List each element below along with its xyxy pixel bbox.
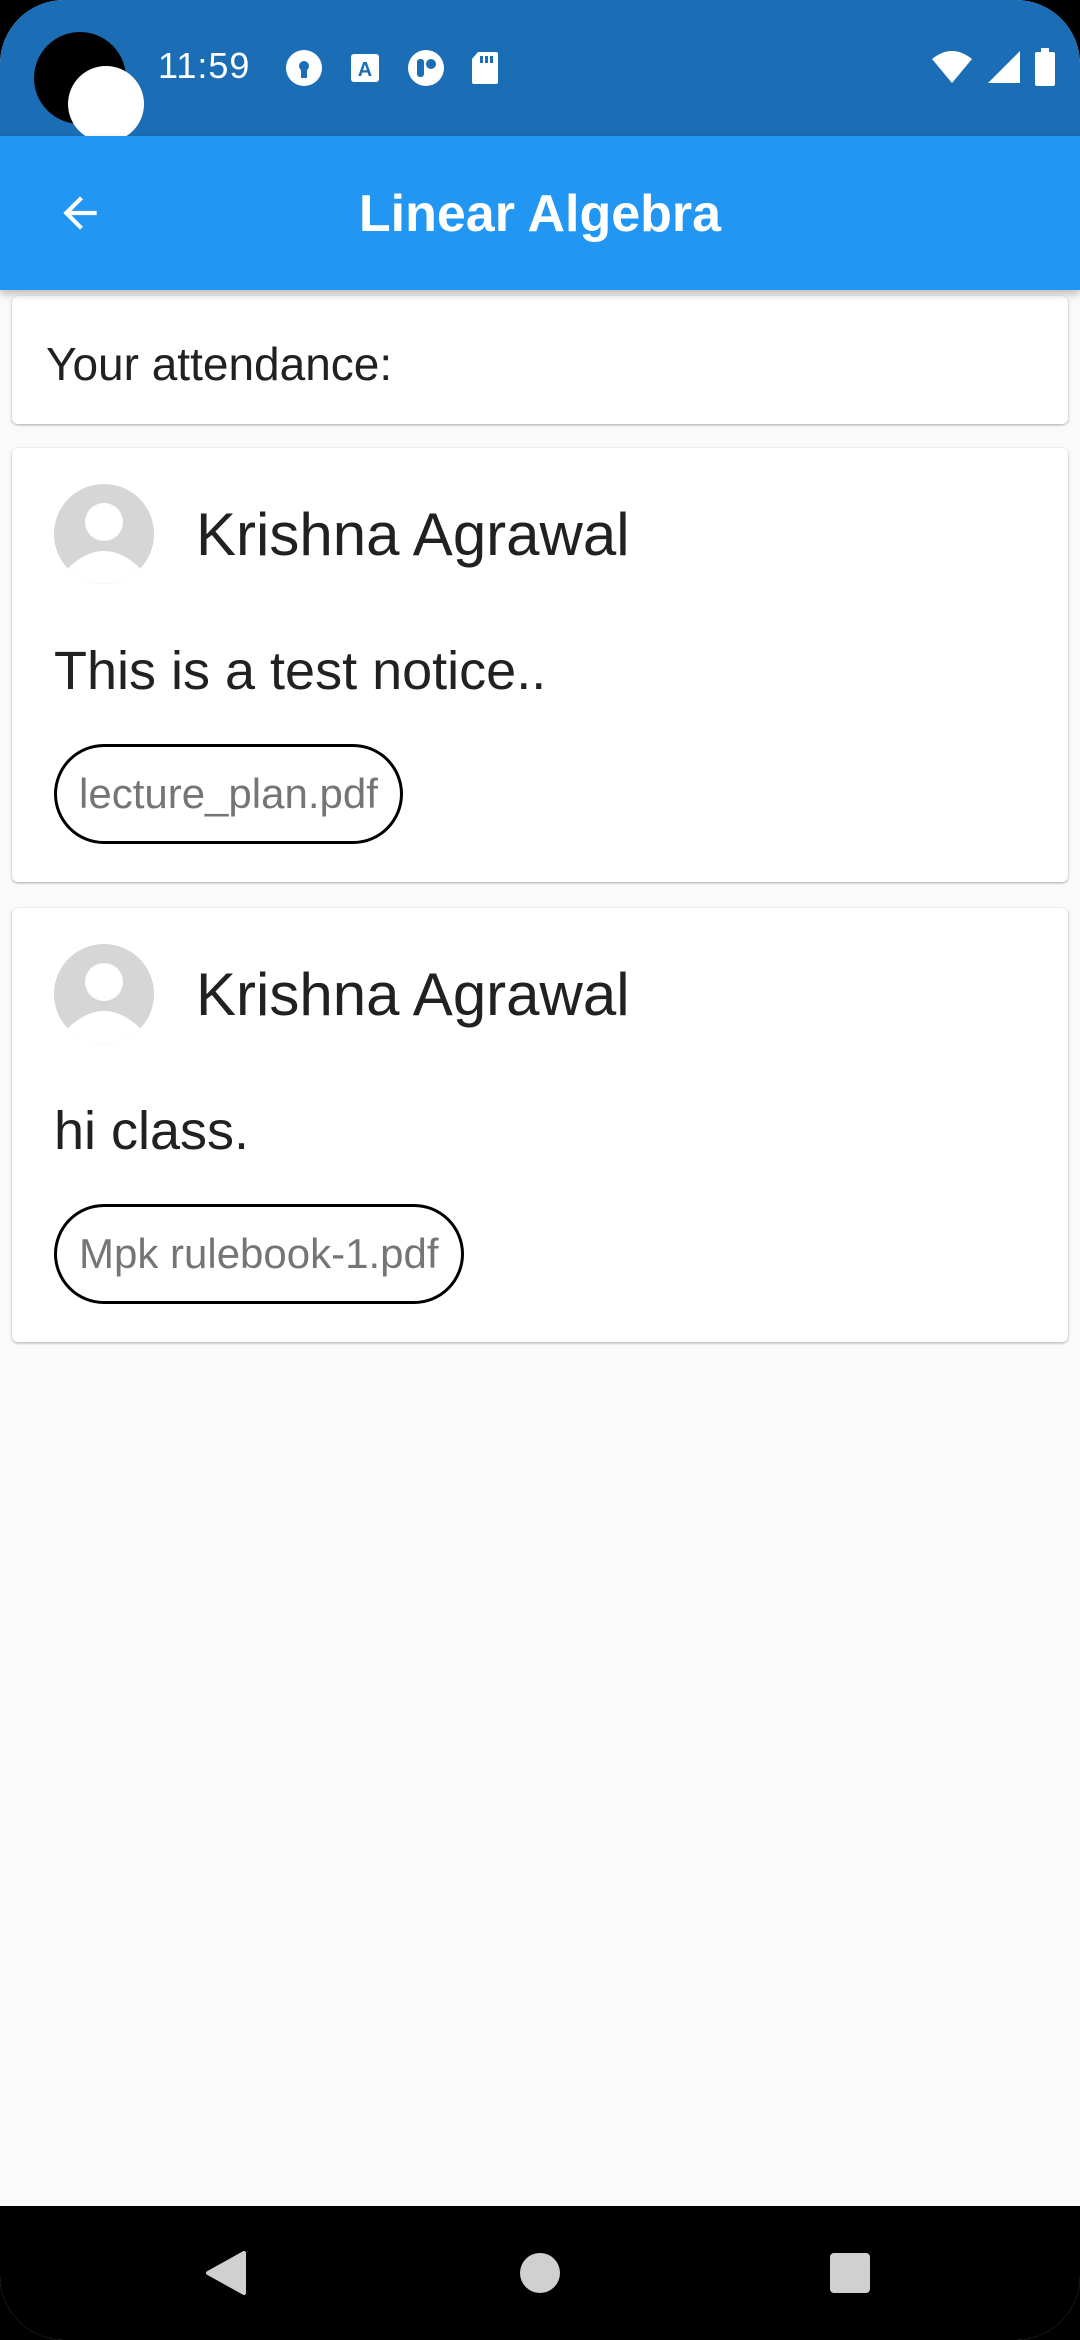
attendance-label: Your attendance:: [46, 338, 393, 390]
sd-card-icon: [470, 50, 500, 86]
status-bar: 11:59 A: [0, 0, 1080, 142]
square-recents-icon: [830, 2253, 870, 2293]
vpn-key-icon: [284, 48, 324, 88]
attendance-card[interactable]: Your attendance:: [12, 296, 1068, 424]
person-icon: [54, 944, 154, 1044]
notice-card: Krishna Agrawal hi class. Mpk rulebook-1…: [12, 908, 1068, 1342]
camera-lens: [68, 66, 144, 142]
notice-text: This is a test notice..: [54, 641, 547, 701]
page-title: Linear Algebra: [358, 185, 722, 243]
status-time: 11:59: [158, 45, 251, 86]
attachment-chip[interactable]: Mpk rulebook-1.pdf: [54, 1204, 464, 1304]
notification-icons: A: [284, 48, 500, 88]
triangle-back-icon: [206, 2251, 246, 2295]
notice-author: Krishna Agrawal: [196, 501, 630, 568]
nav-back-button[interactable]: [146, 2206, 306, 2340]
wifi-icon: [930, 49, 974, 90]
battery-icon: [1034, 48, 1056, 91]
nav-recents-button[interactable]: [770, 2206, 930, 2340]
navigation-bar: [0, 2206, 1080, 2340]
svg-text:A: A: [358, 59, 372, 81]
nav-home-button[interactable]: [460, 2206, 620, 2340]
app-bar: Linear Algebra: [0, 136, 1080, 290]
toggle-app-icon: [406, 48, 446, 88]
notice-author: Krishna Agrawal: [196, 961, 630, 1028]
screen: 11:59 A Linear Algebra Your attendance: …: [0, 0, 1080, 2340]
avatar: [54, 484, 154, 584]
notice-text: hi class.: [54, 1101, 250, 1161]
notice-card: Krishna Agrawal This is a test notice.. …: [12, 448, 1068, 882]
camera-cutout: [34, 32, 144, 142]
a-keyboard-icon: A: [348, 51, 382, 85]
attachment-chip[interactable]: lecture_plan.pdf: [54, 744, 403, 844]
signal-icon: [986, 49, 1022, 90]
person-icon: [54, 484, 154, 584]
system-icons: [930, 48, 1056, 91]
avatar: [54, 944, 154, 1044]
circle-home-icon: [520, 2253, 560, 2293]
